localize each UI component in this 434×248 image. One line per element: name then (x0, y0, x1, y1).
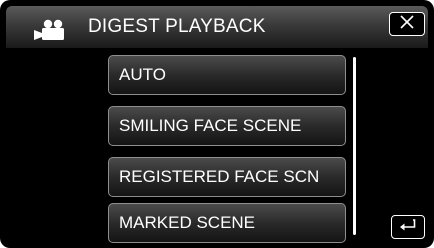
menu-item-smiling-face-scene[interactable]: SMILING FACE SCENE (108, 106, 346, 146)
camera-screen: DIGEST PLAYBACK AUTO SMILING FACE SCENE … (0, 0, 434, 248)
close-icon (400, 14, 414, 34)
header-bar: DIGEST PLAYBACK (6, 6, 428, 48)
menu-item-marked-scene[interactable]: MARKED SCENE (108, 203, 346, 243)
page-title: DIGEST PLAYBACK (88, 16, 266, 37)
scrollbar[interactable] (353, 57, 356, 235)
return-icon (399, 218, 417, 237)
video-camera-icon (34, 19, 74, 41)
close-button[interactable] (389, 12, 425, 36)
back-button[interactable] (391, 215, 425, 239)
menu-item-registered-face-scn[interactable]: REGISTERED FACE SCN (108, 157, 346, 197)
menu-item-auto[interactable]: AUTO (108, 55, 346, 95)
